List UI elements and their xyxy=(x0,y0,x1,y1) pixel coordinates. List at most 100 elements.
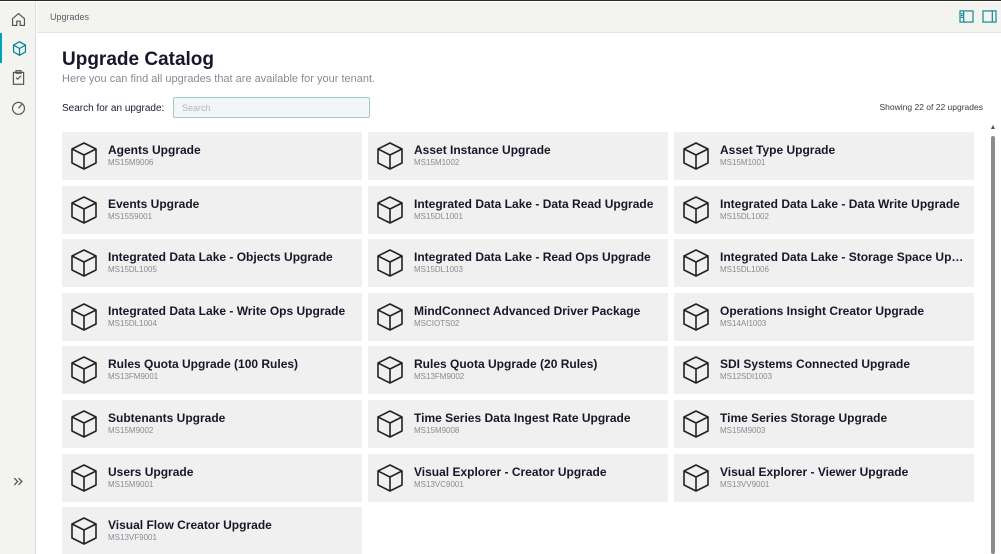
cube-icon xyxy=(682,195,710,225)
upgrade-code: MS15DL1006 xyxy=(720,265,769,275)
cube-icon xyxy=(682,302,710,332)
cube-icon xyxy=(376,248,404,278)
upgrade-card[interactable]: Agents Upgrade MS15M9006 xyxy=(62,132,362,180)
expand-sidebar-button[interactable] xyxy=(0,466,36,496)
upgrade-code: MS12SDI1003 xyxy=(720,372,773,382)
upgrade-code: MS15S9001 xyxy=(108,211,153,221)
gauge-icon xyxy=(11,101,25,115)
upgrade-name: MindConnect Advanced Driver Package xyxy=(414,303,641,318)
gauge-nav-button[interactable] xyxy=(0,92,36,122)
upgrade-card[interactable]: Rules Quota Upgrade (20 Rules) MS13FM9002 xyxy=(368,346,668,395)
cube-icon xyxy=(70,409,98,439)
upgrade-card[interactable]: Visual Explorer - Viewer Upgrade MS13VV90… xyxy=(674,453,974,502)
toggle-left-panel-icon[interactable] xyxy=(959,10,974,23)
search-label: Search for an upgrade: xyxy=(62,103,165,114)
results-count: Showing 22 of 22 upgrades xyxy=(879,102,984,112)
upgrade-card[interactable]: Operations Insight Creator Upgrade MS14AI… xyxy=(674,292,974,341)
upgrade-card[interactable]: Integrated Data Lake - Storage Space Upg… xyxy=(674,239,974,288)
upgrade-code: MS15DL1005 xyxy=(108,265,157,275)
scrollbar-thumb[interactable] xyxy=(991,136,995,554)
upgrade-code: MS13FM9002 xyxy=(414,372,465,382)
page-subtitle: Here you can find all upgrades that are … xyxy=(62,73,376,85)
home-icon xyxy=(11,12,25,26)
upgrade-code: MS13VV9001 xyxy=(720,479,770,489)
upgrade-name: Integrated Data Lake - Read Ops Upgrade xyxy=(414,250,651,265)
upgrade-code: MS15DL1001 xyxy=(414,211,463,221)
upgrade-card[interactable]: Users Upgrade MS15M9001 xyxy=(62,453,362,502)
home-button[interactable] xyxy=(0,4,36,34)
upgrade-card[interactable]: Integrated Data Lake - Read Ops Upgrade M… xyxy=(368,239,668,288)
scrollbar[interactable]: ▲ xyxy=(989,124,997,554)
upgrade-code: MS15M1001 xyxy=(720,158,766,167)
upgrade-name: Rules Quota Upgrade (100 Rules) xyxy=(108,357,299,372)
cube-icon xyxy=(70,195,98,225)
cube-icon xyxy=(682,463,710,493)
upgrade-card[interactable]: Integrated Data Lake - Data Read Upgrade… xyxy=(368,185,668,234)
double-chevron-right-icon xyxy=(13,477,23,485)
upgrade-name: Integrated Data Lake - Write Ops Upgrade xyxy=(108,303,346,318)
upgrade-name: Time Series Storage Upgrade xyxy=(720,411,888,425)
upgrade-name: Asset Type Upgrade xyxy=(720,143,836,157)
upgrade-card[interactable]: MindConnect Advanced Driver Package MSCIO… xyxy=(368,292,668,341)
upgrade-code: MS15M9001 xyxy=(108,479,154,489)
page-title: Upgrade Catalog xyxy=(62,49,215,70)
upgrade-card[interactable]: Time Series Data Ingest Rate Upgrade MS15… xyxy=(368,400,668,448)
upgrade-card[interactable]: Asset Instance Upgrade MS15M1002 xyxy=(368,132,668,180)
upgrade-name: SDI Systems Connected Upgrade xyxy=(720,357,911,372)
upgrade-card[interactable]: Asset Type Upgrade MS15M1001 xyxy=(674,132,974,180)
top-bar: Upgrades xyxy=(37,2,1001,33)
cube-icon xyxy=(70,355,98,385)
upgrade-card[interactable]: SDI Systems Connected Upgrade MS12SDI1003 xyxy=(674,346,974,395)
upgrade-card[interactable]: Integrated Data Lake - Data Write Upgrad… xyxy=(674,185,974,234)
upgrade-card[interactable]: Integrated Data Lake - Objects Upgrade MS… xyxy=(62,239,362,288)
upgrade-name: Visual Explorer - Creator Upgrade xyxy=(414,464,607,479)
upgrade-name: Visual Explorer - Viewer Upgrade xyxy=(720,464,909,479)
cube-icon xyxy=(682,355,710,385)
upgrade-name: Visual Flow Creator Upgrade xyxy=(108,518,272,533)
toggle-right-panel-icon[interactable] xyxy=(982,10,997,23)
scroll-up-arrow-icon[interactable]: ▲ xyxy=(989,124,997,132)
cube-icon xyxy=(376,302,404,332)
cube-icon xyxy=(70,302,98,332)
upgrade-name: Events Upgrade xyxy=(108,196,200,211)
search-input[interactable] xyxy=(173,97,370,118)
upgrades-nav-button[interactable] xyxy=(0,33,36,63)
upgrade-code: MS15M9006 xyxy=(108,158,154,167)
upgrade-card[interactable]: Rules Quota Upgrade (100 Rules) MS13FM900… xyxy=(62,346,362,395)
upgrade-name: Integrated Data Lake - Storage Space Upg… xyxy=(720,250,970,265)
cube-icon xyxy=(682,409,710,439)
cube-icon xyxy=(376,355,404,385)
upgrade-card[interactable]: Integrated Data Lake - Write Ops Upgrade… xyxy=(62,292,362,341)
upgrade-code: MS15M9002 xyxy=(108,426,154,435)
upgrade-name: Integrated Data Lake - Data Read Upgrade xyxy=(414,196,654,211)
cube-icon xyxy=(70,516,98,546)
clipboard-icon xyxy=(12,69,24,85)
main-content: Upgrade Catalog Here you can find all up… xyxy=(37,33,1001,554)
upgrade-code: MS15M9003 xyxy=(720,426,766,435)
clipboard-nav-button[interactable] xyxy=(0,62,36,92)
cube-icon xyxy=(70,463,98,493)
sidebar xyxy=(0,2,36,554)
upgrade-card[interactable]: Subtenants Upgrade MS15M9002 xyxy=(62,400,362,448)
upgrade-code: MSCIOTS02 xyxy=(414,318,460,328)
upgrade-code: MS15DL1003 xyxy=(414,265,463,275)
upgrade-name: Operations Insight Creator Upgrade xyxy=(720,303,925,318)
upgrade-code: MS13VC9001 xyxy=(414,479,464,489)
cube-icon xyxy=(682,141,710,171)
cube-icon xyxy=(12,40,26,56)
upgrade-card[interactable]: Time Series Storage Upgrade MS15M9003 xyxy=(674,400,974,448)
upgrade-code: MS13VF9001 xyxy=(108,533,157,543)
upgrade-name: Time Series Data Ingest Rate Upgrade xyxy=(414,411,631,425)
upgrade-card[interactable]: Events Upgrade MS15S9001 xyxy=(62,185,362,234)
upgrade-name: Agents Upgrade xyxy=(108,143,201,157)
app-window: Upgrades Upgrade Catalog Here you can fi… xyxy=(0,0,1001,554)
upgrade-code: MS14AI1003 xyxy=(720,318,767,328)
upgrade-card[interactable]: Visual Flow Creator Upgrade MS13VF9001 xyxy=(62,507,362,554)
upgrade-name: Users Upgrade xyxy=(108,464,194,479)
cube-icon xyxy=(376,409,404,439)
cube-icon xyxy=(70,141,98,171)
upgrade-name: Asset Instance Upgrade xyxy=(414,143,551,157)
upgrade-card[interactable]: Visual Explorer - Creator Upgrade MS13VC9… xyxy=(368,453,668,502)
cube-icon xyxy=(70,248,98,278)
upgrade-name: Rules Quota Upgrade (20 Rules) xyxy=(414,357,598,372)
